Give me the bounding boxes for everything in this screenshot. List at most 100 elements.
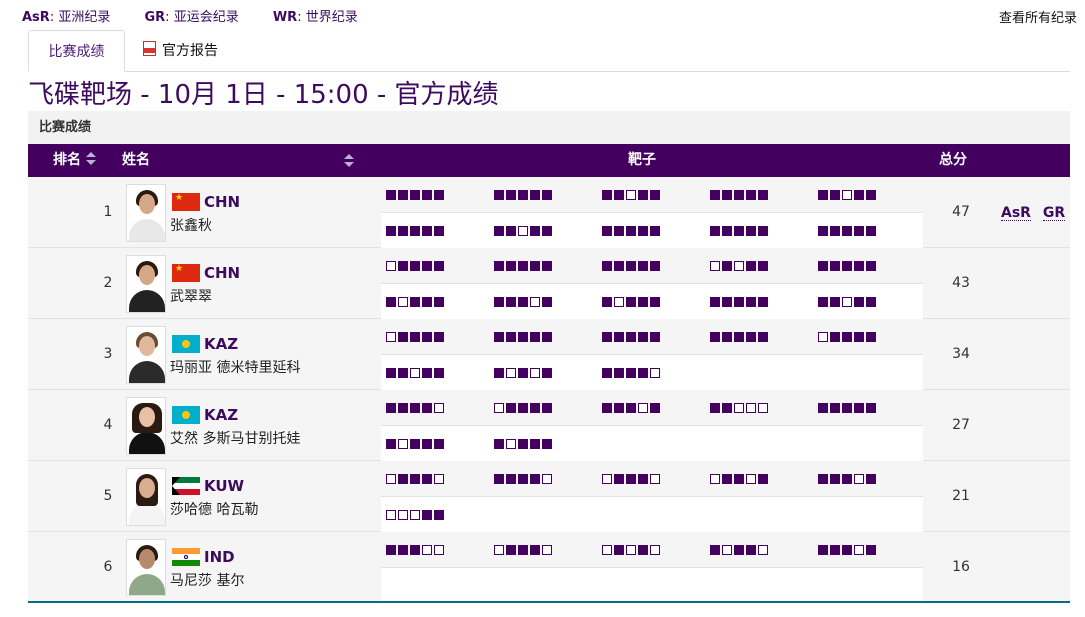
- shot-miss: [506, 439, 516, 449]
- shot-hit: [830, 261, 840, 271]
- shot-hit: [494, 439, 504, 449]
- shot-hit: [746, 545, 756, 555]
- shot-hit: [854, 190, 864, 200]
- shot-hit: [650, 190, 660, 200]
- table-row[interactable]: 2 ★ CHN 武翠翠 43: [28, 248, 1070, 319]
- tab-official-report[interactable]: 官方报告: [143, 30, 218, 72]
- shot-hit: [710, 190, 720, 200]
- shot-hit: [494, 297, 504, 307]
- shot-hit: [638, 226, 648, 236]
- flag-icon: [172, 548, 200, 566]
- table-row[interactable]: 3 KAZ 玛丽亚 德米特里延科 34: [28, 319, 1070, 390]
- shot-group: [386, 332, 446, 342]
- shot-group: [494, 368, 554, 378]
- shot-hit: [650, 332, 660, 342]
- shot-hit: [818, 297, 828, 307]
- rank-column-header[interactable]: 排名: [53, 144, 96, 177]
- shot-hit: [434, 190, 444, 200]
- total-score: 43: [952, 275, 970, 291]
- shot-hit: [758, 190, 768, 200]
- noc-code: CHN: [204, 264, 241, 282]
- table-row[interactable]: 5 KUW 莎哈德 哈瓦勒 21: [28, 461, 1070, 532]
- shot-miss: [746, 403, 756, 413]
- shot-miss: [494, 403, 504, 413]
- record-badge-gr[interactable]: GR: [1042, 206, 1066, 221]
- shot-hit: [722, 332, 732, 342]
- records-legend: AsR: 亚洲纪录 GR: 亚运会纪录 WR: 世界纪录: [22, 6, 388, 25]
- shot-hit: [422, 226, 432, 236]
- flag-icon: ★: [172, 264, 200, 282]
- athlete-name[interactable]: 莎哈德 哈瓦勒: [170, 501, 258, 519]
- shot-hit: [386, 190, 396, 200]
- shot-hit: [398, 403, 408, 413]
- shot-hit: [530, 261, 540, 271]
- record-badge-asr[interactable]: AsR: [1001, 206, 1031, 221]
- shot-hit: [842, 261, 852, 271]
- flag-icon: [172, 335, 200, 353]
- noc-code: KUW: [204, 477, 245, 495]
- shot-group: [602, 297, 662, 307]
- shot-miss: [638, 403, 648, 413]
- shot-hit: [530, 439, 540, 449]
- athlete-name[interactable]: 武翠翠: [170, 288, 212, 306]
- shot-hit: [530, 190, 540, 200]
- table-row[interactable]: 4 KAZ 艾然 多斯马甘别托娃 27: [28, 390, 1070, 461]
- shot-miss: [410, 510, 420, 520]
- athlete-name[interactable]: 玛丽亚 德米特里延科: [170, 359, 300, 377]
- shot-miss: [602, 545, 612, 555]
- shot-group: [818, 226, 878, 236]
- shot-group: [386, 297, 446, 307]
- shot-group: [386, 226, 446, 236]
- shot-hit: [422, 403, 432, 413]
- shot-hit: [866, 545, 876, 555]
- shot-hit: [542, 297, 552, 307]
- noc-code: KAZ: [204, 406, 239, 424]
- shot-hit: [494, 474, 504, 484]
- shot-miss: [734, 261, 744, 271]
- shot-group: [494, 439, 554, 449]
- shot-hit: [410, 190, 420, 200]
- shot-miss: [386, 510, 396, 520]
- table-row[interactable]: 1 ★ CHN 张鑫秋 47 AsR GR: [28, 177, 1070, 248]
- shot-hit: [746, 261, 756, 271]
- rank-cell: 1: [103, 204, 113, 220]
- shot-hit: [518, 474, 528, 484]
- shot-group: [710, 226, 770, 236]
- shot-hit: [542, 261, 552, 271]
- shot-hit: [530, 545, 540, 555]
- sort-icon[interactable]: [344, 154, 354, 168]
- shot-hit: [602, 403, 612, 413]
- shot-line-2: [381, 568, 923, 603]
- shot-hit: [842, 332, 852, 342]
- shot-hit: [434, 261, 444, 271]
- shot-hit: [494, 226, 504, 236]
- shot-miss: [734, 403, 744, 413]
- shot-miss: [818, 332, 828, 342]
- tab-results[interactable]: 比赛成绩: [28, 30, 125, 72]
- shot-hit: [854, 403, 864, 413]
- athlete-name[interactable]: 张鑫秋: [170, 217, 212, 235]
- shot-hit: [626, 368, 636, 378]
- shot-hit: [410, 297, 420, 307]
- shot-group: [602, 474, 662, 484]
- noc-code: KAZ: [204, 335, 239, 353]
- shot-hit: [518, 332, 528, 342]
- table-row[interactable]: 6 IND 马尼莎 基尔 16: [28, 532, 1070, 603]
- table-bottom-border: [28, 601, 1070, 603]
- shot-hit: [398, 332, 408, 342]
- shot-hit: [386, 368, 396, 378]
- shot-hit: [758, 474, 768, 484]
- shot-hit: [518, 545, 528, 555]
- athlete-name[interactable]: 艾然 多斯马甘别托娃: [170, 430, 300, 448]
- total-score: 27: [952, 417, 970, 433]
- shot-miss: [410, 368, 420, 378]
- shot-group: [602, 545, 662, 555]
- athlete-name[interactable]: 马尼莎 基尔: [170, 572, 244, 590]
- shot-hit: [434, 368, 444, 378]
- view-all-records-link[interactable]: 查看所有纪录: [999, 7, 1077, 26]
- rank-cell: 3: [103, 346, 113, 362]
- shot-hit: [638, 332, 648, 342]
- shot-hit: [614, 368, 624, 378]
- shot-hit: [422, 332, 432, 342]
- shot-group: [818, 190, 878, 200]
